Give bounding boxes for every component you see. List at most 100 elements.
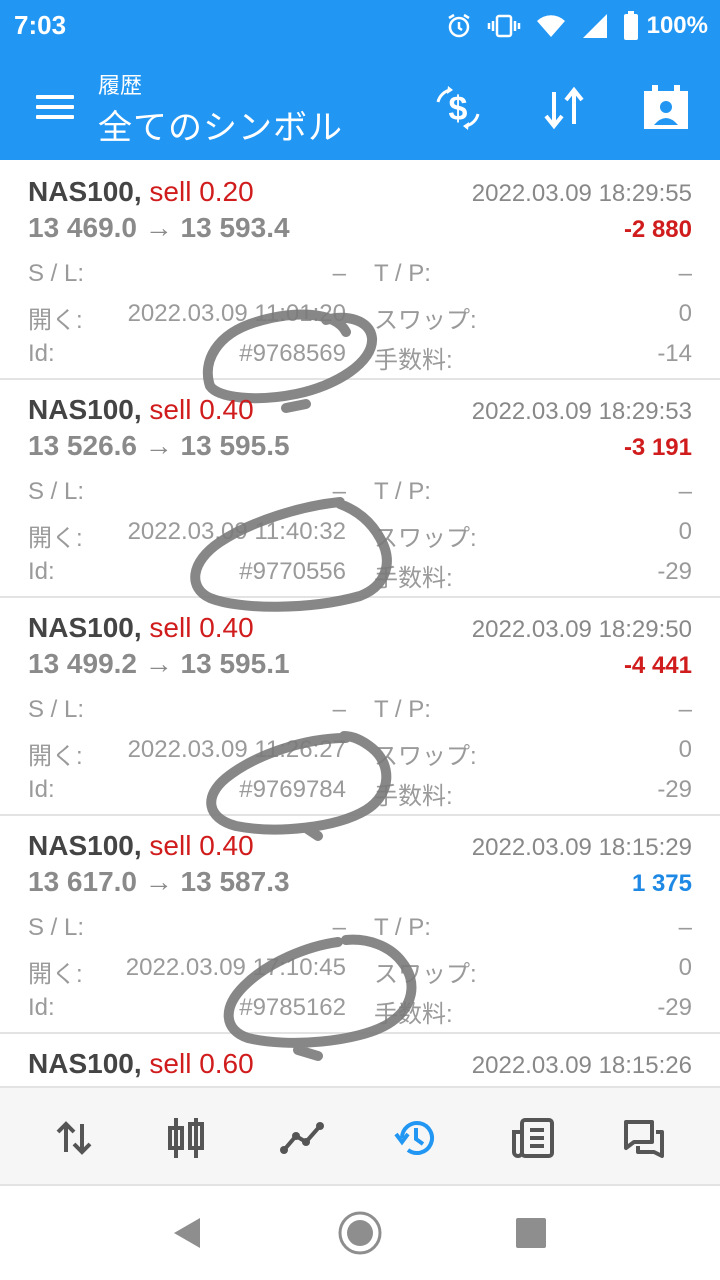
- status-bar: 7:03 100%: [0, 0, 720, 52]
- sort-button[interactable]: [534, 78, 594, 138]
- trade-row-id-commission: Id: #9768569 手数料: -14: [28, 340, 692, 376]
- commission-value: -14: [657, 340, 692, 367]
- trade-prices: 13 469.0 → 13 593.4: [28, 212, 290, 243]
- battery-percent: 100%: [646, 12, 708, 39]
- swap-value: 0: [678, 518, 692, 545]
- sl-value: –: [332, 478, 346, 505]
- signal-icon: [582, 14, 607, 38]
- commission-value: -29: [657, 994, 692, 1021]
- open-time-value: 2022.03.09 17:10:45: [125, 954, 346, 981]
- recents-square-icon: [516, 1218, 546, 1248]
- tp-value: –: [678, 696, 692, 723]
- trade-row-id-commission: Id: #9785162 手数料: -29: [28, 994, 692, 1030]
- nav-news[interactable]: [504, 1112, 560, 1164]
- sl-label: S / L:: [28, 478, 85, 505]
- recents-button[interactable]: [506, 1208, 556, 1258]
- trade-side: sell 0.20: [149, 176, 254, 207]
- trade-symbol-line: NAS100, sell 0.20: [28, 176, 254, 208]
- trade-row-sl-tp: S / L: – T / P: –: [28, 478, 692, 514]
- id-value: #9768569: [239, 340, 346, 367]
- trade-row-open-swap: 開く: 2022.03.09 17:10:45 スワップ: 0: [28, 954, 692, 990]
- quotes-arrows-icon: [56, 1121, 92, 1155]
- trade-item[interactable]: NAS100, sell 0.40 2022.03.09 18:15:29 13…: [0, 816, 720, 1061]
- alarm-icon: [447, 13, 470, 38]
- history-list[interactable]: NAS100, sell 0.20 2022.03.09 18:29:55 13…: [0, 162, 720, 1086]
- nav-quotes[interactable]: [46, 1112, 102, 1164]
- trade-symbol: NAS100,: [28, 176, 142, 207]
- id-value: #9769784: [239, 776, 346, 803]
- status-time: 7:03: [14, 10, 67, 40]
- swap-label: スワップ:: [374, 961, 477, 988]
- trade-symbol: NAS100,: [28, 394, 142, 425]
- trade-side: sell 0.40: [149, 612, 254, 643]
- swap-value: 0: [678, 300, 692, 327]
- sl-label: S / L:: [28, 914, 85, 941]
- back-triangle-icon: [174, 1218, 200, 1248]
- trade-close-time: 2022.03.09 18:15:26: [471, 1052, 692, 1079]
- swap-value: 0: [678, 736, 692, 763]
- home-button[interactable]: [335, 1208, 385, 1258]
- trade-row-open-swap: 開く: 2022.03.09 11:01:20 スワップ: 0: [28, 300, 692, 336]
- trade-profit: -4 441: [623, 652, 692, 679]
- swap-value: 0: [678, 954, 692, 981]
- trade-side: sell 0.60: [149, 1048, 254, 1079]
- chat-icon: [624, 1120, 664, 1158]
- trade-item[interactable]: NAS100, sell 0.40 2022.03.09 18:29:53 13…: [0, 380, 720, 612]
- app-bar: 履歴 全てのシンボル $: [0, 60, 720, 160]
- commission-value: -29: [657, 776, 692, 803]
- trade-symbol-line: NAS100, sell 0.40: [28, 830, 254, 862]
- nav-chart[interactable]: [158, 1112, 214, 1164]
- line-chart-icon: [280, 1122, 324, 1154]
- tp-label: T / P:: [374, 478, 431, 505]
- deposit-withdraw-filter-button[interactable]: $: [428, 78, 488, 138]
- trade-symbol: NAS100,: [28, 1048, 142, 1079]
- sl-value: –: [332, 260, 346, 287]
- trade-close-time: 2022.03.09 18:29:50: [471, 616, 692, 643]
- trade-row-open-swap: 開く: 2022.03.09 11:26:27 スワップ: 0: [28, 736, 692, 772]
- back-button[interactable]: [162, 1208, 212, 1258]
- swap-label: スワップ:: [374, 307, 477, 334]
- trade-close-time: 2022.03.09 18:29:55: [471, 180, 692, 207]
- open-label: 開く:: [28, 525, 83, 552]
- history-clock-icon: [394, 1121, 434, 1155]
- trade-item[interactable]: NAS100, sell 0.20 2022.03.09 18:29:55 13…: [0, 162, 720, 413]
- swap-label: スワップ:: [374, 743, 477, 770]
- commission-value: -29: [657, 558, 692, 585]
- sl-label: S / L:: [28, 696, 85, 723]
- trade-close-time: 2022.03.09 18:15:29: [471, 834, 692, 861]
- trade-row-sl-tp: S / L: – T / P: –: [28, 914, 692, 950]
- custom-period-button[interactable]: [636, 78, 696, 138]
- nav-messages[interactable]: [616, 1112, 672, 1164]
- id-value: #9785162: [239, 994, 346, 1021]
- trade-symbol: NAS100,: [28, 612, 142, 643]
- menu-button[interactable]: [36, 90, 76, 130]
- id-value: #9770556: [239, 558, 346, 585]
- vibrate-icon: [487, 14, 520, 38]
- id-label: Id:: [28, 776, 55, 803]
- system-navigation: [0, 1186, 720, 1280]
- tp-label: T / P:: [374, 914, 431, 941]
- trade-prices: 13 526.6 → 13 595.5: [28, 430, 290, 461]
- trade-row-sl-tp: S / L: – T / P: –: [28, 696, 692, 732]
- nav-trade[interactable]: [274, 1112, 330, 1164]
- trade-row-sl-tp: S / L: – T / P: –: [28, 260, 692, 296]
- id-label: Id:: [28, 994, 55, 1021]
- trade-item[interactable]: NAS100, sell 0.60 2022.03.09 18:15:26: [0, 1034, 720, 1086]
- tp-value: –: [678, 260, 692, 287]
- nav-history[interactable]: [388, 1112, 444, 1164]
- trade-symbol-line: NAS100, sell 0.40: [28, 612, 254, 644]
- open-time-value: 2022.03.09 11:01:20: [127, 300, 346, 327]
- swap-label: スワップ:: [374, 525, 477, 552]
- trade-symbol-line: NAS100, sell 0.40: [28, 394, 254, 426]
- calendar-user-icon: [644, 85, 688, 129]
- trade-symbol-line: NAS100, sell 0.60: [28, 1048, 254, 1080]
- tp-label: T / P:: [374, 696, 431, 723]
- open-time-value: 2022.03.09 11:40:32: [127, 518, 346, 545]
- trade-profit: -3 191: [623, 434, 692, 461]
- app-bar-title[interactable]: 全てのシンボル: [98, 100, 343, 149]
- trade-item[interactable]: NAS100, sell 0.40 2022.03.09 18:29:50 13…: [0, 598, 720, 841]
- trade-profit: -2 880: [623, 216, 692, 243]
- commission-label: 手数料:: [374, 783, 453, 810]
- battery-icon: [623, 11, 638, 40]
- id-label: Id:: [28, 340, 55, 367]
